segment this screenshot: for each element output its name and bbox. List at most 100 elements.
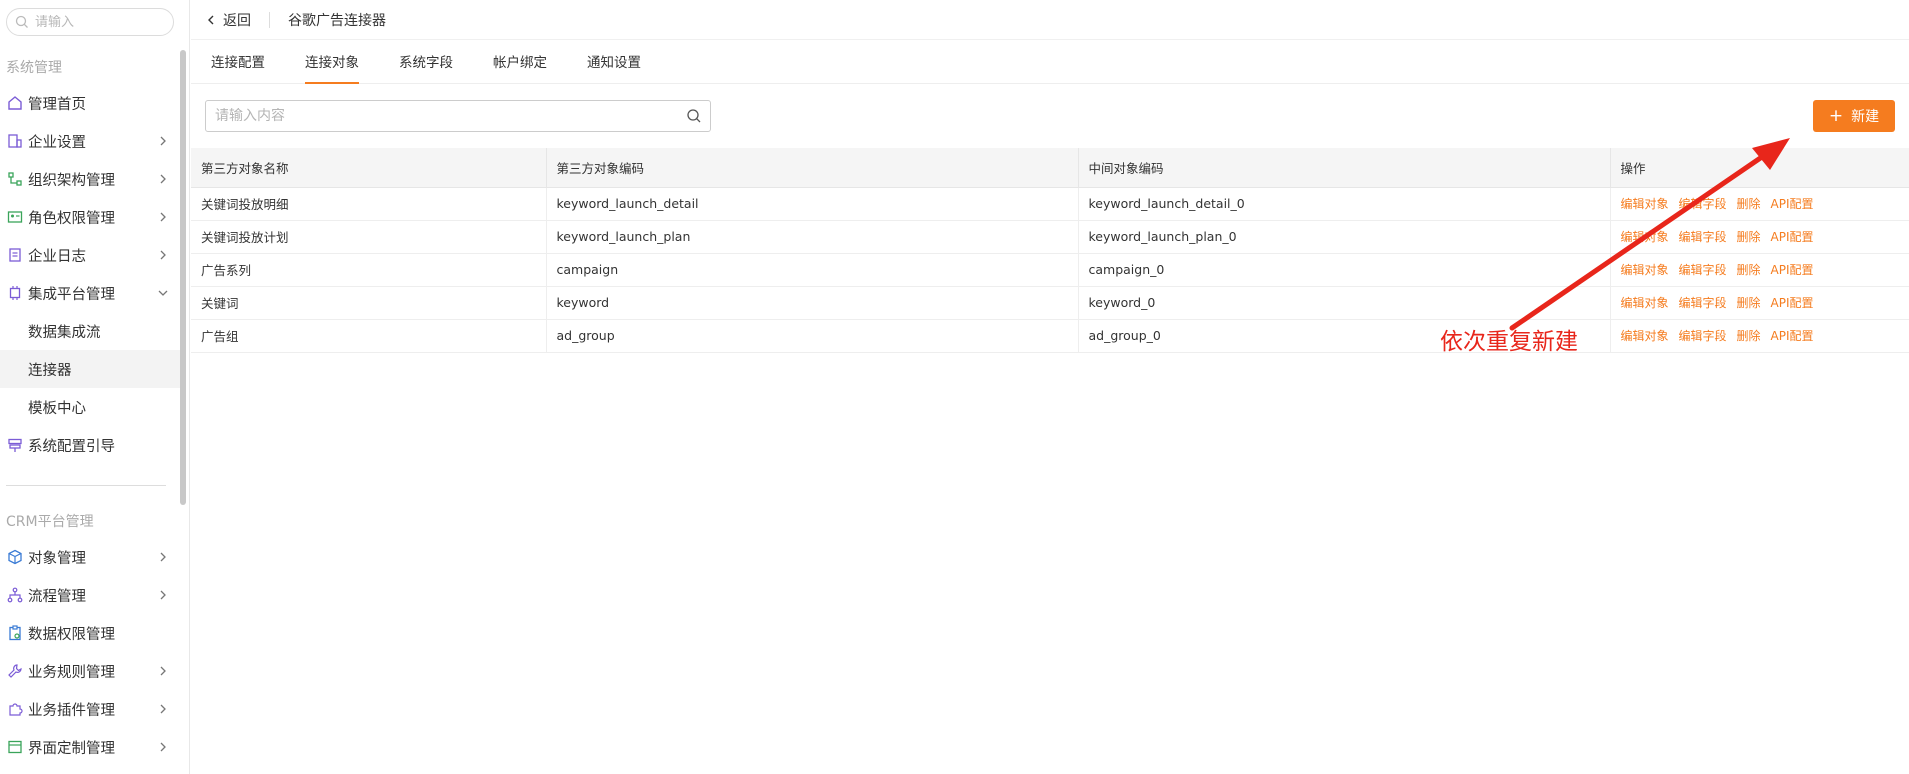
sidebar-search-input[interactable] <box>35 14 165 30</box>
page-title: 谷歌广告连接器 <box>288 12 386 29</box>
sidebar-item-process[interactable]: 流程管理 <box>0 576 182 614</box>
chevron-right-icon <box>156 740 170 754</box>
sidebar-item-roles[interactable]: 角色权限管理 <box>0 198 182 236</box>
tab-system-fields[interactable]: 系统字段 <box>399 51 453 83</box>
cube-icon <box>6 548 24 566</box>
table-row: 广告组 ad_group ad_group_0 编辑对象 编辑字段 删除 API配置 <box>191 319 1909 353</box>
chevron-right-icon <box>156 248 170 262</box>
sidebar-item-label: 业务规则管理 <box>28 664 115 681</box>
back-button[interactable]: 返回 <box>205 10 251 30</box>
object-search-input[interactable] <box>206 108 686 124</box>
edit-fields-link[interactable]: 编辑字段 <box>1679 296 1727 310</box>
id-card-icon <box>6 208 24 226</box>
delete-link[interactable]: 删除 <box>1737 296 1761 310</box>
delete-link[interactable]: 删除 <box>1737 329 1761 343</box>
delete-link[interactable]: 删除 <box>1737 230 1761 244</box>
sidebar-item-label: 数据集成流 <box>28 324 101 341</box>
tab-account-binding[interactable]: 帐户绑定 <box>493 51 547 83</box>
table-header-row: 第三方对象名称 第三方对象编码 中间对象编码 操作 <box>191 148 1909 188</box>
org-chart-icon <box>6 170 24 188</box>
sidebar-scrollbar[interactable] <box>180 50 186 505</box>
delete-link[interactable]: 删除 <box>1737 263 1761 277</box>
sidebar-item-logs[interactable]: 企业日志 <box>0 236 182 274</box>
document-icon <box>6 246 24 264</box>
annotation-text: 依次重复新建 <box>1440 329 1578 355</box>
edit-fields-link[interactable]: 编辑字段 <box>1679 197 1727 211</box>
cell-name: 关键词投放明细 <box>191 187 547 221</box>
sidebar-item-objects[interactable]: 对象管理 <box>0 538 182 576</box>
cell-code: keyword_launch_detail <box>546 187 1079 221</box>
puzzle-icon <box>6 700 24 718</box>
sidebar-item-home[interactable]: 管理首页 <box>0 84 182 122</box>
edit-object-link[interactable]: 编辑对象 <box>1621 197 1669 211</box>
chip-icon <box>6 284 24 302</box>
edit-object-link[interactable]: 编辑对象 <box>1621 263 1669 277</box>
api-config-link[interactable]: API配置 <box>1771 230 1814 244</box>
sidebar-item-label: 业务插件管理 <box>28 702 115 719</box>
tab-connection-objects[interactable]: 连接对象 <box>305 51 359 84</box>
object-search[interactable] <box>205 100 711 132</box>
sidebar-item-label: 流程管理 <box>28 588 86 605</box>
api-config-link[interactable]: API配置 <box>1771 197 1814 211</box>
edit-object-link[interactable]: 编辑对象 <box>1621 296 1669 310</box>
sidebar-item-org[interactable]: 组织架构管理 <box>0 160 182 198</box>
api-config-link[interactable]: API配置 <box>1771 263 1814 277</box>
sidebar-item-data-permission[interactable]: 数据权限管理 <box>0 614 182 652</box>
edit-fields-link[interactable]: 编辑字段 <box>1679 263 1727 277</box>
sidebar-item-label: 企业设置 <box>28 134 86 151</box>
group-title-system: 系统管理 <box>6 60 62 76</box>
sidebar-item-company-settings[interactable]: 企业设置 <box>0 122 182 160</box>
sidebar-item-ui-custom[interactable]: 界面定制管理 <box>0 728 182 766</box>
sidebar-item-config-guide[interactable]: 系统配置引导 <box>0 426 182 464</box>
api-config-link[interactable]: API配置 <box>1771 329 1814 343</box>
wrench-icon <box>6 662 24 680</box>
clipboard-icon <box>6 624 24 642</box>
chevron-right-icon <box>156 702 170 716</box>
sidebar-item-label: 连接器 <box>28 362 72 379</box>
cell-ops: 编辑对象 编辑字段 删除 API配置 <box>1610 187 1909 221</box>
chevron-down-icon <box>156 286 170 300</box>
cell-ops: 编辑对象 编辑字段 删除 API配置 <box>1610 286 1909 320</box>
sidebar-search[interactable] <box>6 8 174 36</box>
sidebar-item-data-flow[interactable]: 数据集成流 <box>0 312 182 350</box>
sidebar-item-integration[interactable]: 集成平台管理 <box>0 274 182 312</box>
sidebar-item-label: 系统配置引导 <box>28 438 115 455</box>
cell-name: 关键词 <box>191 286 547 320</box>
sidebar-item-connector[interactable]: 连接器 <box>0 350 182 388</box>
cell-mid-code: keyword_launch_plan_0 <box>1078 220 1611 254</box>
window-icon <box>6 738 24 756</box>
app-window: 系统管理 管理首页 企业设置 组织架构管理 角色权限管理 企业日志 集成平台 <box>0 0 1909 774</box>
sidebar-item-label: 界面定制管理 <box>28 740 115 757</box>
delete-link[interactable]: 删除 <box>1737 197 1761 211</box>
sidebar-item-label: 对象管理 <box>28 550 86 567</box>
table-row: 关键词投放计划 keyword_launch_plan keyword_laun… <box>191 220 1909 254</box>
chevron-left-icon <box>205 14 217 26</box>
search-icon[interactable] <box>686 108 702 124</box>
edit-object-link[interactable]: 编辑对象 <box>1621 329 1669 343</box>
cell-code: keyword_launch_plan <box>546 220 1079 254</box>
sidebar-item-rules[interactable]: 业务规则管理 <box>0 652 182 690</box>
sidebar-item-templates[interactable]: 模板中心 <box>0 388 182 426</box>
table-row: 关键词 keyword keyword_0 编辑对象 编辑字段 删除 API配置 <box>191 286 1909 320</box>
col-header: 操作 <box>1610 148 1909 188</box>
sidebar-item-label: 企业日志 <box>28 248 86 265</box>
home-icon <box>6 94 24 112</box>
tab-connection-config[interactable]: 连接配置 <box>211 51 265 83</box>
cell-ops: 编辑对象 编辑字段 删除 API配置 <box>1610 220 1909 254</box>
api-config-link[interactable]: API配置 <box>1771 296 1814 310</box>
building-icon <box>6 132 24 150</box>
tab-notification-settings[interactable]: 通知设置 <box>587 51 641 83</box>
edit-object-link[interactable]: 编辑对象 <box>1621 230 1669 244</box>
new-button[interactable]: + 新建 <box>1813 100 1895 132</box>
cell-name: 广告系列 <box>191 253 547 287</box>
cell-name: 广告组 <box>191 319 547 353</box>
cell-ops: 编辑对象 编辑字段 删除 API配置 <box>1610 319 1909 353</box>
cell-mid-code: campaign_0 <box>1078 253 1611 287</box>
edit-fields-link[interactable]: 编辑字段 <box>1679 329 1727 343</box>
sidebar-item-plugins[interactable]: 业务插件管理 <box>0 690 182 728</box>
table-row: 广告系列 campaign campaign_0 编辑对象 编辑字段 删除 API配置 <box>191 253 1909 287</box>
main-content: 返回 谷歌广告连接器 连接配置 连接对象 系统字段 帐户绑定 通知设置 + 新建 <box>191 0 1909 774</box>
sidebar-item-label: 组织架构管理 <box>28 172 115 189</box>
edit-fields-link[interactable]: 编辑字段 <box>1679 230 1727 244</box>
col-header: 中间对象编码 <box>1078 148 1611 188</box>
